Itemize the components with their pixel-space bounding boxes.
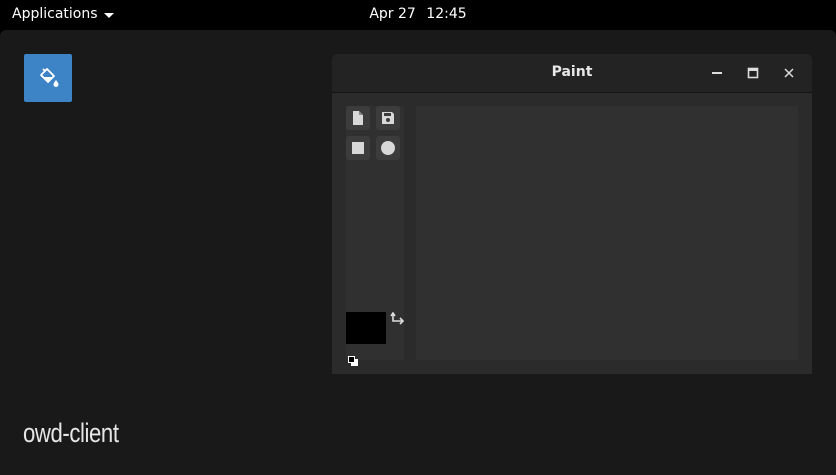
save-icon: [382, 112, 394, 124]
drawing-canvas[interactable]: [416, 106, 798, 360]
tool-panel: [346, 106, 406, 366]
circle-tool[interactable]: [376, 136, 400, 160]
swap-colors-icon: [390, 311, 405, 325]
close-button[interactable]: [780, 64, 798, 82]
paint-window: Paint: [332, 54, 812, 374]
clock-date: Apr 27: [369, 6, 416, 22]
window-titlebar[interactable]: Paint: [332, 54, 812, 93]
close-icon: [784, 68, 794, 78]
maximize-icon: [747, 67, 759, 79]
swap-colors-button[interactable]: [390, 311, 406, 328]
rectangle-tool[interactable]: [346, 136, 370, 160]
client-label: owd-client: [23, 418, 119, 448]
circle-icon: [381, 141, 395, 155]
paint-bucket-icon: [40, 68, 59, 87]
reset-colors-button[interactable]: [348, 351, 358, 366]
reset-colors-icon: [348, 356, 358, 366]
clock[interactable]: Apr 27 12:45: [0, 6, 836, 22]
minimize-button[interactable]: [708, 64, 726, 82]
minimize-icon: [712, 72, 722, 74]
clock-time: 12:45: [426, 6, 467, 22]
primary-color-swatch[interactable]: [346, 312, 386, 344]
top-bar: Applications Apr 27 12:45: [0, 0, 836, 30]
desktop: owd-client Paint: [0, 30, 836, 475]
maximize-button[interactable]: [744, 64, 762, 82]
rectangle-icon: [352, 142, 364, 154]
paint-app-launcher[interactable]: [24, 54, 72, 102]
window-title: Paint: [551, 64, 593, 80]
new-document-icon: [353, 111, 363, 125]
new-document-button[interactable]: [346, 106, 370, 130]
save-button[interactable]: [376, 106, 400, 130]
